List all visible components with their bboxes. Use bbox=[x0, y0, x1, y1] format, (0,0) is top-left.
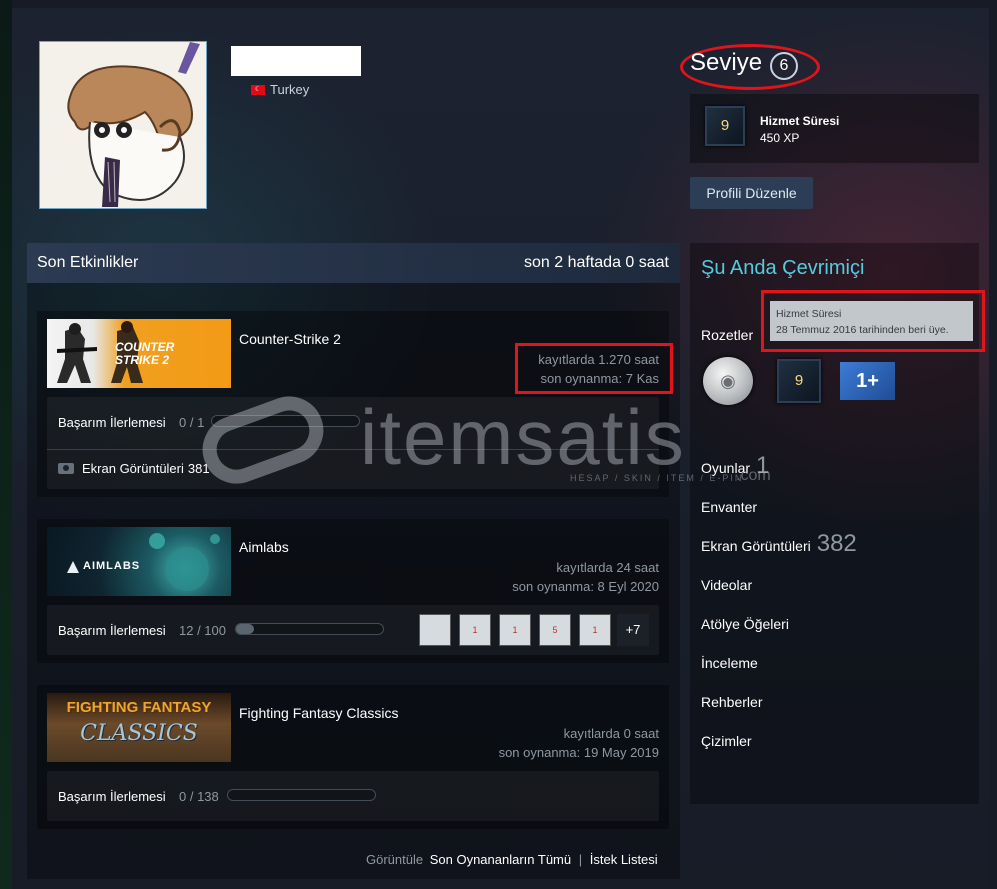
featured-badge-panel[interactable]: 9 bbox=[690, 94, 979, 163]
screenshots-total: 382 bbox=[816, 530, 857, 557]
reviews-label: İnceleme bbox=[701, 655, 758, 671]
achievement-target-icon[interactable] bbox=[419, 614, 451, 646]
aimlabs-logo-text: AIMLABS bbox=[83, 560, 141, 572]
game-last-played: son oynanma: 8 Eyl 2020 bbox=[512, 579, 659, 594]
game-last-played: son oynanma: 19 May 2019 bbox=[498, 745, 659, 760]
hours-highlight-box bbox=[515, 343, 673, 394]
aimlabs-capsule-image[interactable]: AIMLABS bbox=[47, 527, 231, 596]
tooltip-text: 28 Temmuz 2016 tarihinden beri üye. bbox=[776, 324, 949, 336]
online-status: Şu Anda Çevrimiçi bbox=[701, 257, 865, 279]
game-name-link[interactable]: Fighting Fantasy Classics bbox=[239, 705, 399, 721]
turkey-flag-icon: ☾ bbox=[251, 84, 265, 95]
view-label: Görüntüle bbox=[366, 852, 424, 867]
camera-icon bbox=[58, 463, 74, 474]
guides-link[interactable]: Rehberler bbox=[701, 694, 762, 710]
achievement-pistol-icon[interactable]: 1 bbox=[459, 614, 491, 646]
cs2-logo-text: COUNTER STRIKE 2 bbox=[115, 341, 174, 367]
badge-tooltip: Hizmet Süresi 28 Temmuz 2016 tarihinden … bbox=[770, 301, 973, 341]
game-hours-on-record: kayıtlarda 24 saat bbox=[556, 560, 659, 575]
edit-profile-button[interactable]: Profili Düzenle bbox=[690, 177, 813, 209]
achievement-progress-label[interactable]: Başarım İlerlemesi bbox=[58, 623, 166, 638]
level-number[interactable]: 6 bbox=[770, 52, 798, 80]
badge-xp: 450 XP bbox=[760, 131, 800, 145]
game-hours-on-record: kayıtlarda 0 saat bbox=[563, 726, 659, 741]
achievement-count: 12 / 100 bbox=[179, 623, 226, 638]
footer-separator: | bbox=[578, 852, 583, 867]
divider bbox=[47, 449, 659, 450]
years-of-service-badge-icon: 9 bbox=[705, 106, 745, 146]
badges-link[interactable]: Rozetler bbox=[701, 327, 753, 343]
inventory-label: Envanter bbox=[701, 499, 758, 515]
all-recent-games-link[interactable]: Son Oynananların Tümü bbox=[430, 852, 571, 867]
screenshots-link-label: Ekran Görüntüleri bbox=[701, 538, 811, 554]
artwork-label: Çizimler bbox=[701, 733, 752, 749]
tooltip-title: Hizmet Süresi bbox=[776, 308, 842, 320]
recent-activity-title: Son Etkinlikler bbox=[37, 254, 139, 271]
achievement-group-icon[interactable]: 1 bbox=[579, 614, 611, 646]
screenshots-count-link[interactable]: Ekran Görüntüleri 382 bbox=[701, 530, 857, 558]
inventory-link[interactable]: Envanter bbox=[701, 499, 757, 515]
recent-footer-links: Görüntüle Son Oynananların Tümü | İstek … bbox=[366, 852, 658, 867]
achievement-bullseye-icon[interactable]: 1 bbox=[499, 614, 531, 646]
ff-logo-line2: CLASSICS bbox=[80, 721, 198, 746]
cs2-capsule-image[interactable]: COUNTER STRIKE 2 bbox=[47, 319, 231, 388]
badge-title: Hizmet Süresi bbox=[760, 114, 840, 128]
achievement-progress-label[interactable]: Başarım İlerlemesi bbox=[58, 789, 166, 804]
achievement-magnifier-icon[interactable]: 5 bbox=[539, 614, 571, 646]
achievement-count: 0 / 138 bbox=[179, 789, 219, 804]
cs2-logo-line2: STRIKE 2 bbox=[115, 353, 170, 367]
level-label: Seviye bbox=[690, 49, 763, 76]
cs2-logo-line1: COUNTER bbox=[115, 340, 175, 354]
achievement-progress-bar bbox=[211, 415, 360, 427]
coin-badge-icon[interactable]: ◉ bbox=[703, 357, 753, 405]
reviews-link[interactable]: İnceleme bbox=[701, 655, 758, 671]
fighting-fantasy-capsule-image[interactable]: FIGHTING FANTASY CLASSICS bbox=[47, 693, 231, 762]
recent-activity-hours: son 2 haftada 0 saat bbox=[524, 254, 669, 271]
artwork-link[interactable]: Çizimler bbox=[701, 733, 752, 749]
more-achievements-button[interactable]: +7 bbox=[617, 614, 649, 646]
achievement-progress-label[interactable]: Başarım İlerlemesi bbox=[58, 415, 166, 430]
years-badge-icon[interactable]: 9 bbox=[777, 359, 821, 403]
screenshots-count: 381 bbox=[187, 461, 210, 476]
workshop-link[interactable]: Atölye Öğeleri bbox=[701, 616, 789, 632]
screenshots-link[interactable]: Ekran Görüntüleri 381 bbox=[58, 461, 210, 476]
profile-avatar[interactable] bbox=[39, 41, 207, 209]
wishlist-link[interactable]: İstek Listesi bbox=[590, 852, 658, 867]
game-last-played: son oynanma: 7 Kas bbox=[540, 371, 659, 386]
game-name-link[interactable]: Counter-Strike 2 bbox=[239, 331, 341, 347]
screenshots-label: Ekran Görüntüleri bbox=[82, 461, 184, 476]
profile-name-redacted bbox=[231, 46, 361, 76]
games-label: Oyunlar bbox=[701, 460, 751, 476]
avatar-drawing bbox=[40, 42, 206, 208]
workshop-label: Atölye Öğeleri bbox=[701, 616, 789, 632]
ff-logo-line1: FIGHTING FANTASY bbox=[66, 699, 212, 716]
guides-label: Rehberler bbox=[701, 694, 763, 710]
page-left-edge bbox=[0, 0, 12, 889]
videos-link[interactable]: Videolar bbox=[701, 577, 752, 593]
achievement-progress-bar bbox=[235, 623, 384, 635]
achievement-progress-fill bbox=[236, 624, 254, 634]
achievement-progress-bar bbox=[227, 789, 376, 801]
one-plus-badge-icon[interactable]: 1+ bbox=[840, 362, 895, 400]
profile-country: ☾ Turkey bbox=[251, 82, 309, 97]
game-name-link[interactable]: Aimlabs bbox=[239, 539, 289, 555]
videos-label: Videolar bbox=[701, 577, 753, 593]
game-hours-on-record: kayıtlarda 1.270 saat bbox=[538, 352, 659, 367]
games-count: 1 bbox=[756, 452, 770, 479]
country-label: Turkey bbox=[270, 82, 310, 97]
games-link[interactable]: Oyunlar 1 bbox=[701, 452, 769, 480]
achievement-count: 0 / 1 bbox=[179, 415, 205, 430]
